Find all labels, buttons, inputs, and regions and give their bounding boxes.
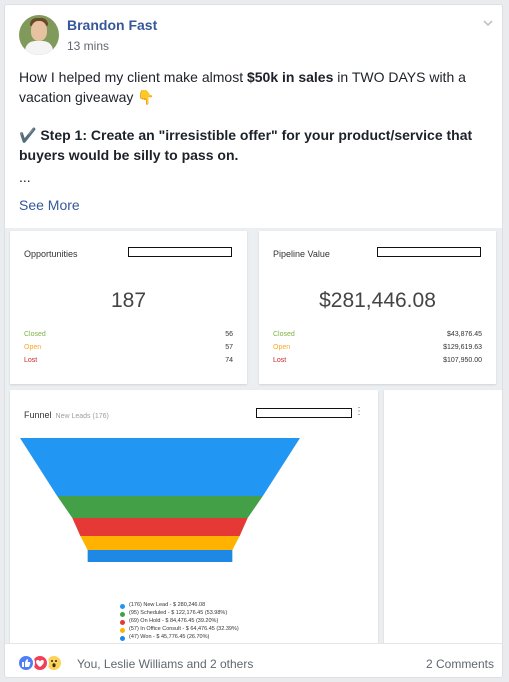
stat-value: 56: [225, 331, 233, 338]
pipeline-total: $281,446.08: [319, 289, 436, 312]
avatar-shirt: [25, 41, 53, 55]
opportunities-title: Opportunities: [24, 249, 78, 259]
redaction-box: [128, 247, 232, 257]
funnel-card: Funnel New Leads (176) ⋮ (176) New Lead -…: [10, 390, 378, 643]
stat-label: Open: [24, 344, 42, 351]
funnel-segment-scheduled: [57, 496, 263, 518]
stat-row: Lost 74: [24, 357, 233, 369]
funnel-segment-on-hold: [72, 518, 248, 536]
opportunities-count: 187: [110, 289, 147, 312]
reaction-icons[interactable]: [17, 654, 73, 674]
stat-label: Closed: [24, 331, 46, 338]
funnel-segment-won: [87, 550, 233, 562]
stat-value: $129,619.63: [443, 344, 482, 351]
attached-image[interactable]: Opportunities 187 Closed 56 Open 57 Lost…: [5, 228, 502, 643]
stat-label: Open: [273, 344, 291, 351]
funnel-segment-in-office-consult: [80, 536, 240, 550]
post-text-bold: $50k in sales: [246, 69, 334, 85]
legend-item: (57) In Office Consult - $ 64,476.45 (32…: [120, 626, 239, 634]
stat-value: $43,876.45: [446, 331, 482, 338]
legend-item: (176) New Lead - $ 280,246.08: [120, 602, 239, 610]
post-step-1: ✔️ Step 1: Create an "irresistible offer…: [19, 125, 489, 165]
legend-dot: [120, 603, 125, 609]
post-timestamp[interactable]: 13 mins: [67, 39, 109, 53]
stat-row: Open 57: [24, 344, 233, 356]
redaction-box: [377, 247, 481, 257]
see-more-link[interactable]: See More: [19, 197, 80, 213]
stat-value: 57: [225, 344, 233, 351]
legend-dot: [120, 635, 125, 641]
funnel-segment-new-lead: [20, 438, 300, 496]
post-text: How I helped my client make almost $50k …: [19, 67, 489, 187]
reaction-names[interactable]: You, Leslie Williams and 2 others: [77, 657, 253, 671]
check-emoji: ✔️: [19, 127, 37, 143]
stat-row: Lost $107,950.00: [273, 357, 482, 369]
like-icon[interactable]: [17, 654, 35, 672]
reactions-bar: You, Leslie Williams and 2 others 2 Comm…: [5, 643, 502, 677]
legend-text: (69) On Hold - $ 84,476.45 (39.20%): [129, 618, 219, 624]
point-down-emoji: 👇: [137, 89, 155, 105]
stat-row: Closed $43,876.45: [273, 331, 482, 343]
stat-value: $107,950.00: [443, 357, 482, 364]
legend-item: (47) Won - $ 45,776.45 (26.70%): [120, 634, 239, 642]
stat-row: Open $129,619.63: [273, 344, 482, 356]
stat-label: Lost: [273, 357, 287, 364]
empty-card: [384, 390, 502, 643]
legend-text: (47) Won - $ 45,776.45 (26.70%): [129, 634, 210, 640]
author-name[interactable]: Brandon Fast: [67, 17, 157, 33]
legend-dot: [120, 627, 125, 633]
legend-text: (57) In Office Consult - $ 64,476.45 (32…: [129, 626, 239, 632]
comments-count[interactable]: 2 Comments: [426, 657, 494, 671]
avatar[interactable]: [19, 15, 59, 55]
pipeline-card: Pipeline Value $281,446.08 Closed $43,87…: [259, 231, 496, 384]
legend-dot: [120, 611, 125, 617]
stat-row: Closed 56: [24, 331, 233, 343]
feed-post: Brandon Fast 13 mins How I helped my cli…: [4, 4, 503, 678]
pipeline-title: Pipeline Value: [273, 249, 330, 259]
stat-label: Lost: [24, 357, 38, 364]
chevron-down-icon[interactable]: [482, 17, 494, 29]
post-line-1: How I helped my client make almost $50k …: [19, 67, 489, 107]
post-text-part: How I helped my client make almost: [19, 69, 247, 85]
funnel-chart: [20, 438, 300, 562]
step-text: Step 1: Create an "irresistible offer" f…: [19, 127, 473, 163]
opportunities-card: Opportunities 187 Closed 56 Open 57 Lost…: [10, 231, 247, 384]
post-ellipsis: ...: [19, 169, 31, 185]
stat-value: 74: [225, 357, 233, 364]
legend-text: (95) Scheduled - $ 122,176.45 (53.98%): [129, 610, 228, 616]
legend-item: (95) Scheduled - $ 122,176.45 (53.98%): [120, 610, 239, 618]
avatar-face: [31, 21, 47, 41]
funnel-legend: (176) New Lead - $ 280,246.08 (95) Sched…: [120, 602, 239, 642]
stat-label: Closed: [273, 331, 295, 338]
legend-text: (176) New Lead - $ 280,246.08: [129, 602, 206, 608]
legend-dot: [120, 619, 125, 625]
legend-item: (69) On Hold - $ 84,476.45 (39.20%): [120, 618, 239, 626]
